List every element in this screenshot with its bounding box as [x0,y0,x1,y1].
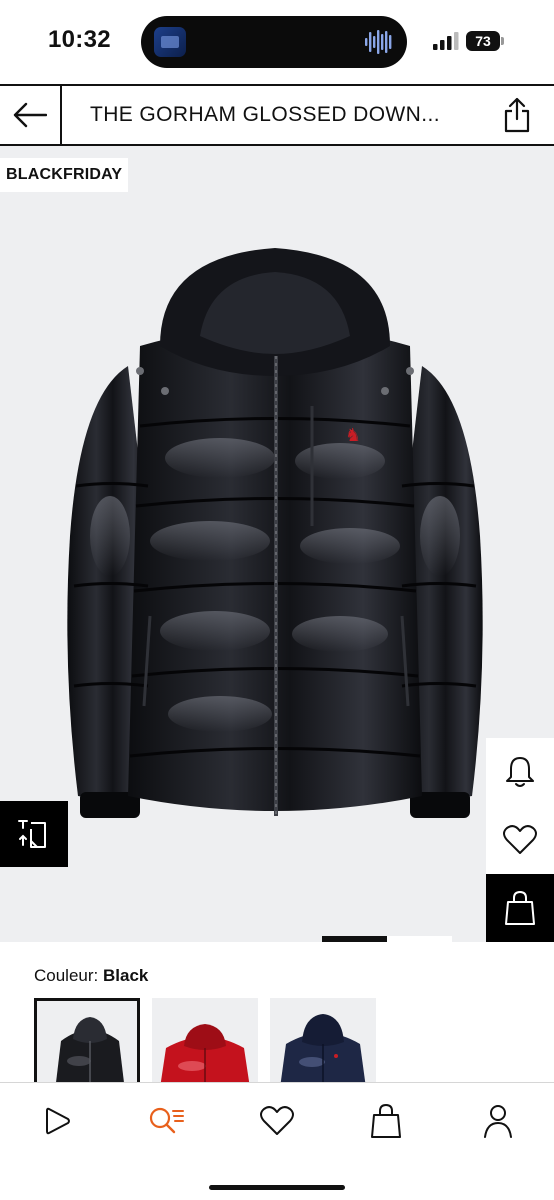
shopping-bag-icon [371,1103,401,1138]
play-icon [46,1107,70,1135]
cellular-signal-icon [433,32,459,50]
nav-account[interactable] [476,1101,520,1141]
product-header: THE GORHAM GLOSSED DOWN... [0,84,554,146]
battery-icon: 73 [466,31,504,51]
status-time: 10:32 [48,26,111,53]
colour-swatch-black[interactable] [34,998,140,1084]
colour-swatches [34,998,554,1084]
nav-bag[interactable] [364,1101,408,1141]
colour-swatch-red[interactable] [152,998,258,1084]
compare-button[interactable] [0,801,68,867]
red-jacket-thumbnail [160,1024,250,1084]
status-bar: 10:32 73 [0,0,554,84]
pager-segment [387,936,452,942]
promo-badge: BLACKFRIDAY [0,158,129,192]
image-pager [322,936,452,942]
back-button[interactable] [0,86,62,144]
colour-label-text: Couleur: [34,966,99,985]
notify-button[interactable] [486,738,554,806]
home-indicator[interactable] [209,1185,345,1190]
user-icon [484,1105,512,1138]
dynamic-island[interactable] [141,16,407,68]
arrow-left-icon [13,102,47,128]
dynamic-island-app-icon [154,27,186,57]
share-icon [504,97,530,133]
heart-icon [503,825,537,854]
bottom-nav [0,1082,554,1200]
colour-label: Couleur: Black [34,966,148,986]
pager-segment-active [322,936,387,942]
colour-swatch-navy[interactable] [270,998,376,1084]
battery-level: 73 [466,31,500,51]
bell-icon [506,757,534,787]
compare-icon [18,820,46,848]
product-image-carousel[interactable]: BLACKFRIDAY ♞ [0,146,554,942]
black-jacket-thumbnail [55,1017,125,1084]
nav-search[interactable] [144,1101,188,1141]
side-actions [486,738,554,942]
puffer-jacket-image: ♞ [67,248,483,818]
share-button[interactable] [500,96,534,134]
search-list-icon [149,1107,184,1134]
colour-value: Black [103,966,149,985]
heart-icon [260,1106,294,1135]
add-to-bag-button[interactable] [486,874,554,942]
audio-wave-icon [365,30,392,54]
nav-wishlist[interactable] [255,1101,299,1141]
wishlist-button[interactable] [486,806,554,874]
page-title: THE GORHAM GLOSSED DOWN... [90,103,440,126]
nav-home[interactable] [34,1101,78,1141]
navy-jacket-thumbnail [280,1014,366,1084]
svg-text:♞: ♞ [345,425,361,445]
shopping-bag-icon [505,890,535,925]
